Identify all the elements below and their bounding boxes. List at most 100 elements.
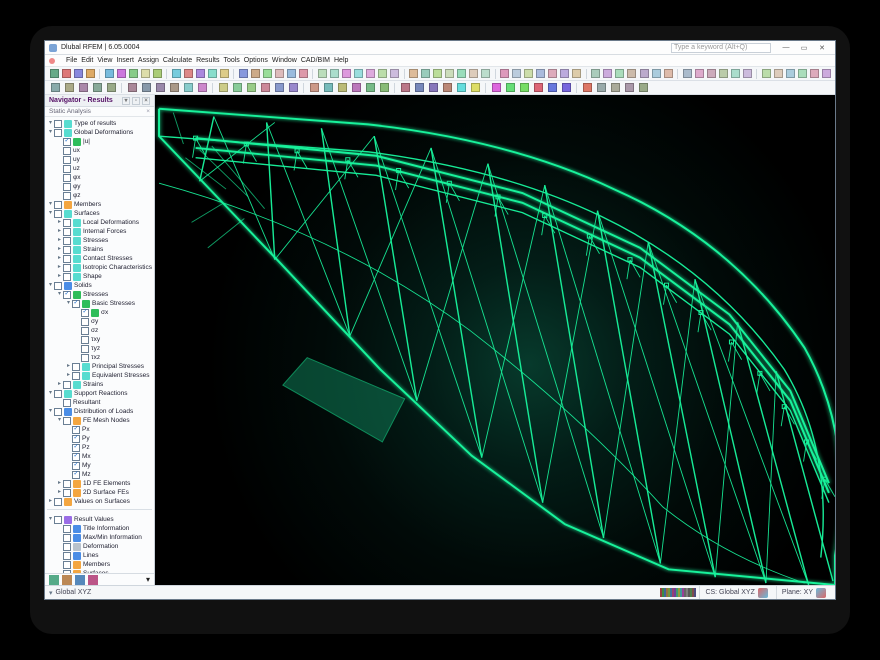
navigator-close-icon[interactable]: × bbox=[142, 97, 150, 105]
tree-item[interactable]: ▸Strains bbox=[47, 380, 152, 389]
checkbox-icon[interactable] bbox=[63, 543, 71, 551]
tree-item[interactable]: ▸Stresses bbox=[47, 236, 152, 245]
checkbox-icon[interactable] bbox=[72, 363, 80, 371]
tree-item[interactable]: ▸1D FE Elements bbox=[47, 479, 152, 488]
checkbox-icon[interactable] bbox=[63, 138, 71, 146]
toolbar-button[interactable] bbox=[627, 68, 637, 80]
tree-item[interactable]: ▾Solids bbox=[47, 281, 152, 290]
nav-tool-icon[interactable] bbox=[62, 575, 72, 585]
checkbox-icon[interactable] bbox=[81, 327, 89, 335]
checkbox-icon[interactable] bbox=[72, 444, 80, 452]
toolbar-button[interactable] bbox=[61, 68, 71, 80]
tree-item[interactable]: ▸Contact Stresses bbox=[47, 254, 152, 263]
toolbar-button[interactable] bbox=[761, 68, 771, 80]
toolbar-button[interactable] bbox=[317, 68, 327, 80]
toolbar-button[interactable] bbox=[378, 68, 388, 80]
toolbar-button[interactable] bbox=[262, 68, 272, 80]
toolbar-button[interactable] bbox=[140, 68, 150, 80]
toolbar-button[interactable] bbox=[595, 82, 607, 94]
toolbar-button[interactable] bbox=[196, 82, 208, 94]
model-viewport[interactable] bbox=[155, 95, 835, 585]
toolbar-button[interactable] bbox=[183, 68, 193, 80]
checkbox-icon[interactable] bbox=[63, 552, 71, 560]
checkbox-icon[interactable] bbox=[63, 183, 71, 191]
toolbar-button[interactable] bbox=[682, 68, 692, 80]
tree-item[interactable]: φy bbox=[47, 182, 152, 191]
toolbar-button[interactable] bbox=[350, 82, 362, 94]
minimize-button[interactable]: — bbox=[777, 42, 795, 54]
tree-item[interactable]: ▸Equivalent Stresses bbox=[47, 371, 152, 380]
tree-item[interactable]: ▾Result Values bbox=[47, 515, 152, 524]
tree-item[interactable]: Py bbox=[47, 434, 152, 443]
toolbar-button[interactable] bbox=[623, 82, 635, 94]
tree-item[interactable]: σz bbox=[47, 326, 152, 335]
toolbar-button[interactable] bbox=[353, 68, 363, 80]
menu-view[interactable]: View bbox=[95, 57, 114, 64]
menu-cadbim[interactable]: CAD/BIM bbox=[299, 57, 332, 64]
tree-item[interactable]: Mz bbox=[47, 470, 152, 479]
toolbar-button[interactable] bbox=[433, 68, 443, 80]
checkbox-icon[interactable] bbox=[63, 399, 71, 407]
checkbox-icon[interactable] bbox=[63, 480, 71, 488]
toolbar-button[interactable] bbox=[663, 68, 673, 80]
menu-assign[interactable]: Assign bbox=[136, 57, 161, 64]
toolbar-button[interactable] bbox=[518, 82, 530, 94]
tree-item[interactable]: ▾Basic Stresses bbox=[47, 299, 152, 308]
toolbar-button[interactable] bbox=[546, 82, 558, 94]
toolbar-button[interactable] bbox=[536, 68, 546, 80]
tree-item[interactable]: ▾Members bbox=[47, 200, 152, 209]
maximize-button[interactable]: ▭ bbox=[795, 42, 813, 54]
toolbar-button[interactable] bbox=[152, 68, 162, 80]
toolbar-button[interactable] bbox=[457, 68, 467, 80]
checkbox-icon[interactable] bbox=[63, 165, 71, 173]
toolbar-button[interactable] bbox=[797, 68, 807, 80]
tree-item[interactable]: uz bbox=[47, 164, 152, 173]
toolbar-button[interactable] bbox=[128, 68, 138, 80]
menu-tools[interactable]: Tools bbox=[221, 57, 241, 64]
checkbox-icon[interactable] bbox=[63, 273, 71, 281]
tree-item[interactable]: ▸Shape bbox=[47, 272, 152, 281]
toolbar-button[interactable] bbox=[399, 82, 411, 94]
tree-item[interactable]: ▾Type of results bbox=[47, 119, 152, 128]
toolbar-button[interactable] bbox=[336, 82, 348, 94]
toolbar-button[interactable] bbox=[207, 68, 217, 80]
nav-tool-icon[interactable] bbox=[88, 575, 98, 585]
tree-item[interactable]: ▸Principal Stresses bbox=[47, 362, 152, 371]
checkbox-icon[interactable] bbox=[54, 516, 62, 524]
toolbar-button[interactable] bbox=[85, 68, 95, 80]
toolbar-button[interactable] bbox=[512, 68, 522, 80]
toolbar-button[interactable] bbox=[560, 68, 570, 80]
toolbar-button[interactable] bbox=[490, 82, 502, 94]
toolbar-button[interactable] bbox=[250, 68, 260, 80]
tree-item[interactable]: |u| bbox=[47, 137, 152, 146]
cs-preview-icon[interactable] bbox=[758, 588, 768, 598]
toolbar-button[interactable] bbox=[154, 82, 166, 94]
tree-item[interactable]: ▸Strains bbox=[47, 245, 152, 254]
menu-results[interactable]: Results bbox=[194, 57, 221, 64]
checkbox-icon[interactable] bbox=[81, 318, 89, 326]
checkbox-icon[interactable] bbox=[72, 462, 80, 470]
tree-item[interactable]: ▸Local Deformations bbox=[47, 218, 152, 227]
tree-item[interactable]: Resultant bbox=[47, 398, 152, 407]
checkbox-icon[interactable] bbox=[63, 219, 71, 227]
toolbar-button[interactable] bbox=[126, 82, 138, 94]
toolbar-button[interactable] bbox=[615, 68, 625, 80]
toolbar-button[interactable] bbox=[469, 68, 479, 80]
toolbar-button[interactable] bbox=[548, 68, 558, 80]
tree-item[interactable]: ▾Global Deformations bbox=[47, 128, 152, 137]
checkbox-icon[interactable] bbox=[63, 291, 71, 299]
checkbox-icon[interactable] bbox=[63, 246, 71, 254]
toolbar-button[interactable] bbox=[581, 82, 593, 94]
tree-item[interactable]: Mx bbox=[47, 452, 152, 461]
checkbox-icon[interactable] bbox=[63, 534, 71, 542]
toolbar-button[interactable] bbox=[259, 82, 271, 94]
checkbox-icon[interactable] bbox=[54, 201, 62, 209]
tree-item[interactable]: uy bbox=[47, 155, 152, 164]
checkbox-icon[interactable] bbox=[63, 228, 71, 236]
toolbar-button[interactable] bbox=[91, 82, 103, 94]
tree-item[interactable]: ▾FE Mesh Nodes bbox=[47, 416, 152, 425]
tree-item[interactable]: ▾Stresses bbox=[47, 290, 152, 299]
tree-item[interactable]: Lines bbox=[47, 551, 152, 560]
toolbar-button[interactable] bbox=[524, 68, 534, 80]
toolbar-button[interactable] bbox=[773, 68, 783, 80]
